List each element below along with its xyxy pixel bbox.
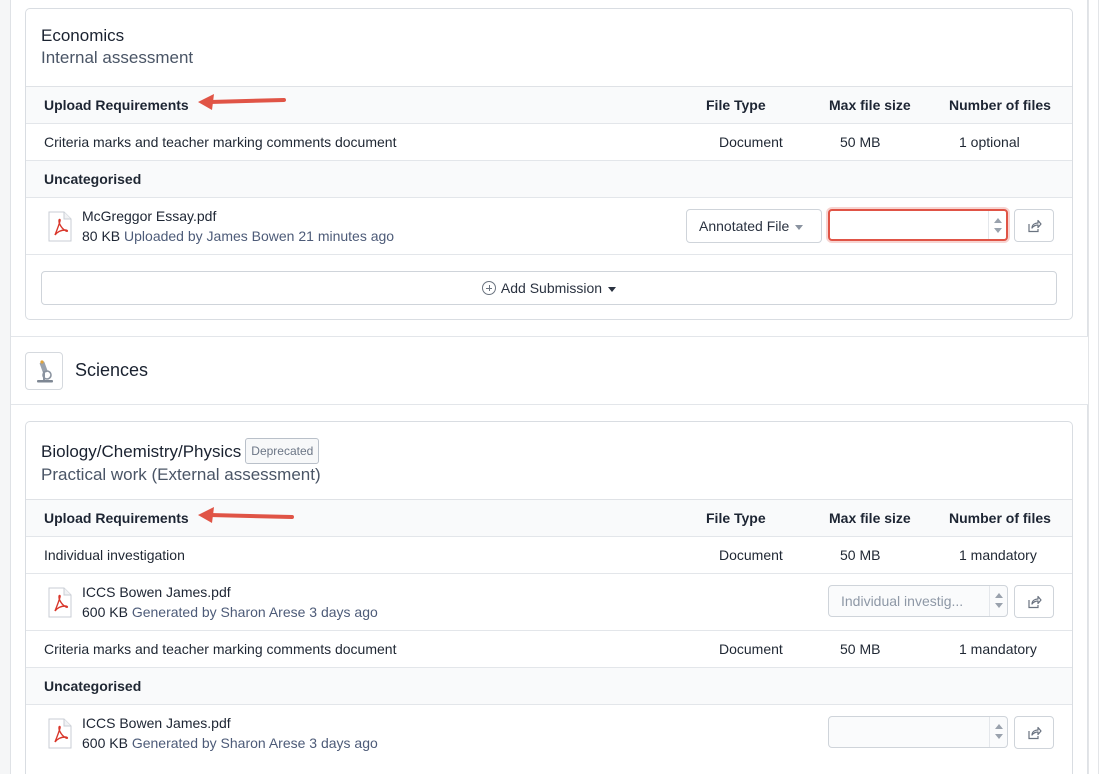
file-size: 80 KB: [82, 228, 121, 244]
col-number-of-files: Number of files: [949, 510, 1051, 526]
file-row: ICCS Bowen James.pdf 600 KB Generated by…: [26, 574, 1072, 631]
add-submission-button[interactable]: Add Submission: [41, 271, 1057, 305]
spin-down-icon[interactable]: [995, 603, 1003, 608]
file-meta: 600 KB Generated by Sharon Arese 3 days …: [82, 735, 378, 751]
card-header: Economics Internal assessment: [26, 9, 1072, 87]
requirement-file-type: Document: [719, 134, 783, 150]
requirement-name: Criteria marks and teacher marking comme…: [44, 641, 397, 657]
file-size: 600 KB: [82, 735, 128, 751]
stepper-value: Individual investig...: [841, 593, 964, 609]
share-icon: [1028, 726, 1042, 740]
pdf-file-icon: [48, 211, 72, 242]
share-button[interactable]: [1014, 209, 1054, 242]
subject-title: Economics: [41, 26, 125, 45]
annotation-arrow-icon: [198, 507, 294, 523]
requirement-num-files: 1 mandatory: [959, 641, 1037, 657]
assessment-subtitle: Internal assessment: [41, 48, 194, 67]
requirement-max-size: 50 MB: [840, 641, 881, 657]
file-size: 600 KB: [82, 604, 128, 620]
requirement-file-type: Document: [719, 641, 783, 657]
share-button[interactable]: [1014, 716, 1054, 749]
requirement-stepper[interactable]: Individual investig...: [828, 585, 1008, 617]
requirement-num-files: 1 optional: [959, 134, 1020, 150]
requirement-max-size: 50 MB: [840, 134, 881, 150]
col-upload-requirements: Upload Requirements: [44, 510, 189, 526]
col-number-of-files: Number of files: [949, 97, 1051, 113]
subject-title: Biology/Chemistry/Physics Deprecated: [41, 438, 1057, 464]
card-header: Biology/Chemistry/Physics Deprecated Prac…: [26, 422, 1072, 500]
share-icon: [1028, 595, 1042, 609]
spin-buttons[interactable]: [989, 717, 1007, 747]
sciences-card: Biology/Chemistry/Physics Deprecated Prac…: [25, 421, 1073, 774]
uncategorised-group-row: Uncategorised: [26, 161, 1072, 198]
col-upload-requirements: Upload Requirements: [44, 97, 189, 113]
spin-buttons[interactable]: [988, 211, 1006, 239]
spin-up-icon[interactable]: [995, 593, 1003, 598]
subject-title-text: Biology/Chemistry/Physics: [41, 442, 242, 461]
pdf-file-icon: [48, 587, 72, 618]
assessment-subtitle: Practical work (External assessment): [41, 465, 321, 484]
requirement-stepper[interactable]: [828, 209, 1008, 241]
requirement-max-size: 50 MB: [840, 547, 881, 563]
spin-down-icon[interactable]: [995, 734, 1003, 739]
requirement-name: Criteria marks and teacher marking comme…: [44, 134, 397, 150]
requirement-row: Individual investigation Document 50 MB …: [26, 537, 1072, 574]
file-row: ICCS Bowen James.pdf 600 KB Generated by…: [26, 705, 1072, 762]
group-label: Uncategorised: [44, 678, 142, 694]
file-category-dropdown[interactable]: Annotated File: [686, 209, 822, 243]
file-meta: 600 KB Generated by Sharon Arese 3 days …: [82, 604, 378, 620]
share-icon: [1028, 219, 1042, 233]
requirement-row: Criteria marks and teacher marking comme…: [26, 124, 1072, 161]
spin-buttons[interactable]: [989, 586, 1007, 616]
economics-card: Economics Internal assessment Upload Req…: [25, 8, 1073, 320]
requirement-file-type: Document: [719, 547, 783, 563]
pdf-file-icon: [48, 718, 72, 749]
chevron-down-icon: [608, 286, 617, 292]
requirement-num-files: 1 mandatory: [959, 547, 1037, 563]
deprecated-badge: Deprecated: [245, 438, 320, 464]
requirements-header-row: Upload Requirements File Type Max file s…: [26, 87, 1072, 124]
group-label: Uncategorised: [44, 171, 142, 187]
requirement-name: Individual investigation: [44, 547, 185, 563]
plus-circle-icon: [481, 281, 496, 295]
share-button[interactable]: [1014, 585, 1054, 618]
section-title: Sciences: [75, 360, 149, 380]
spin-down-icon[interactable]: [994, 228, 1002, 233]
requirement-row: Criteria marks and teacher marking comme…: [26, 631, 1072, 668]
col-file-type: File Type: [706, 510, 766, 526]
file-name[interactable]: ICCS Bowen James.pdf: [82, 715, 231, 731]
file-row: McGreggor Essay.pdf 80 KB Uploaded by Ja…: [26, 198, 1072, 255]
uncategorised-group-row: Uncategorised: [26, 668, 1072, 705]
chevron-down-icon: [795, 224, 804, 230]
sciences-section-header: Sciences: [11, 336, 1088, 405]
col-max-file-size: Max file size: [829, 97, 911, 113]
col-file-type: File Type: [706, 97, 766, 113]
microscope-icon: [25, 352, 63, 390]
annotation-arrow-icon: [198, 94, 286, 110]
upload-info: Uploaded by James Bowen 21 minutes ago: [124, 228, 395, 244]
dropdown-label: Annotated File: [699, 218, 790, 234]
requirements-header-row: Upload Requirements File Type Max file s…: [26, 500, 1072, 537]
col-max-file-size: Max file size: [829, 510, 911, 526]
add-submission-label: Add Submission: [500, 280, 603, 296]
spin-up-icon[interactable]: [995, 724, 1003, 729]
file-meta: 80 KB Uploaded by James Bowen 21 minutes…: [82, 228, 394, 244]
spin-up-icon[interactable]: [994, 218, 1002, 223]
upload-info: Generated by Sharon Arese 3 days ago: [131, 735, 378, 751]
upload-info: Generated by Sharon Arese 3 days ago: [131, 604, 378, 620]
file-name[interactable]: ICCS Bowen James.pdf: [82, 584, 231, 600]
gutter-divider: [1098, 0, 1099, 774]
requirement-stepper[interactable]: [828, 716, 1008, 748]
file-name[interactable]: McGreggor Essay.pdf: [82, 208, 216, 224]
